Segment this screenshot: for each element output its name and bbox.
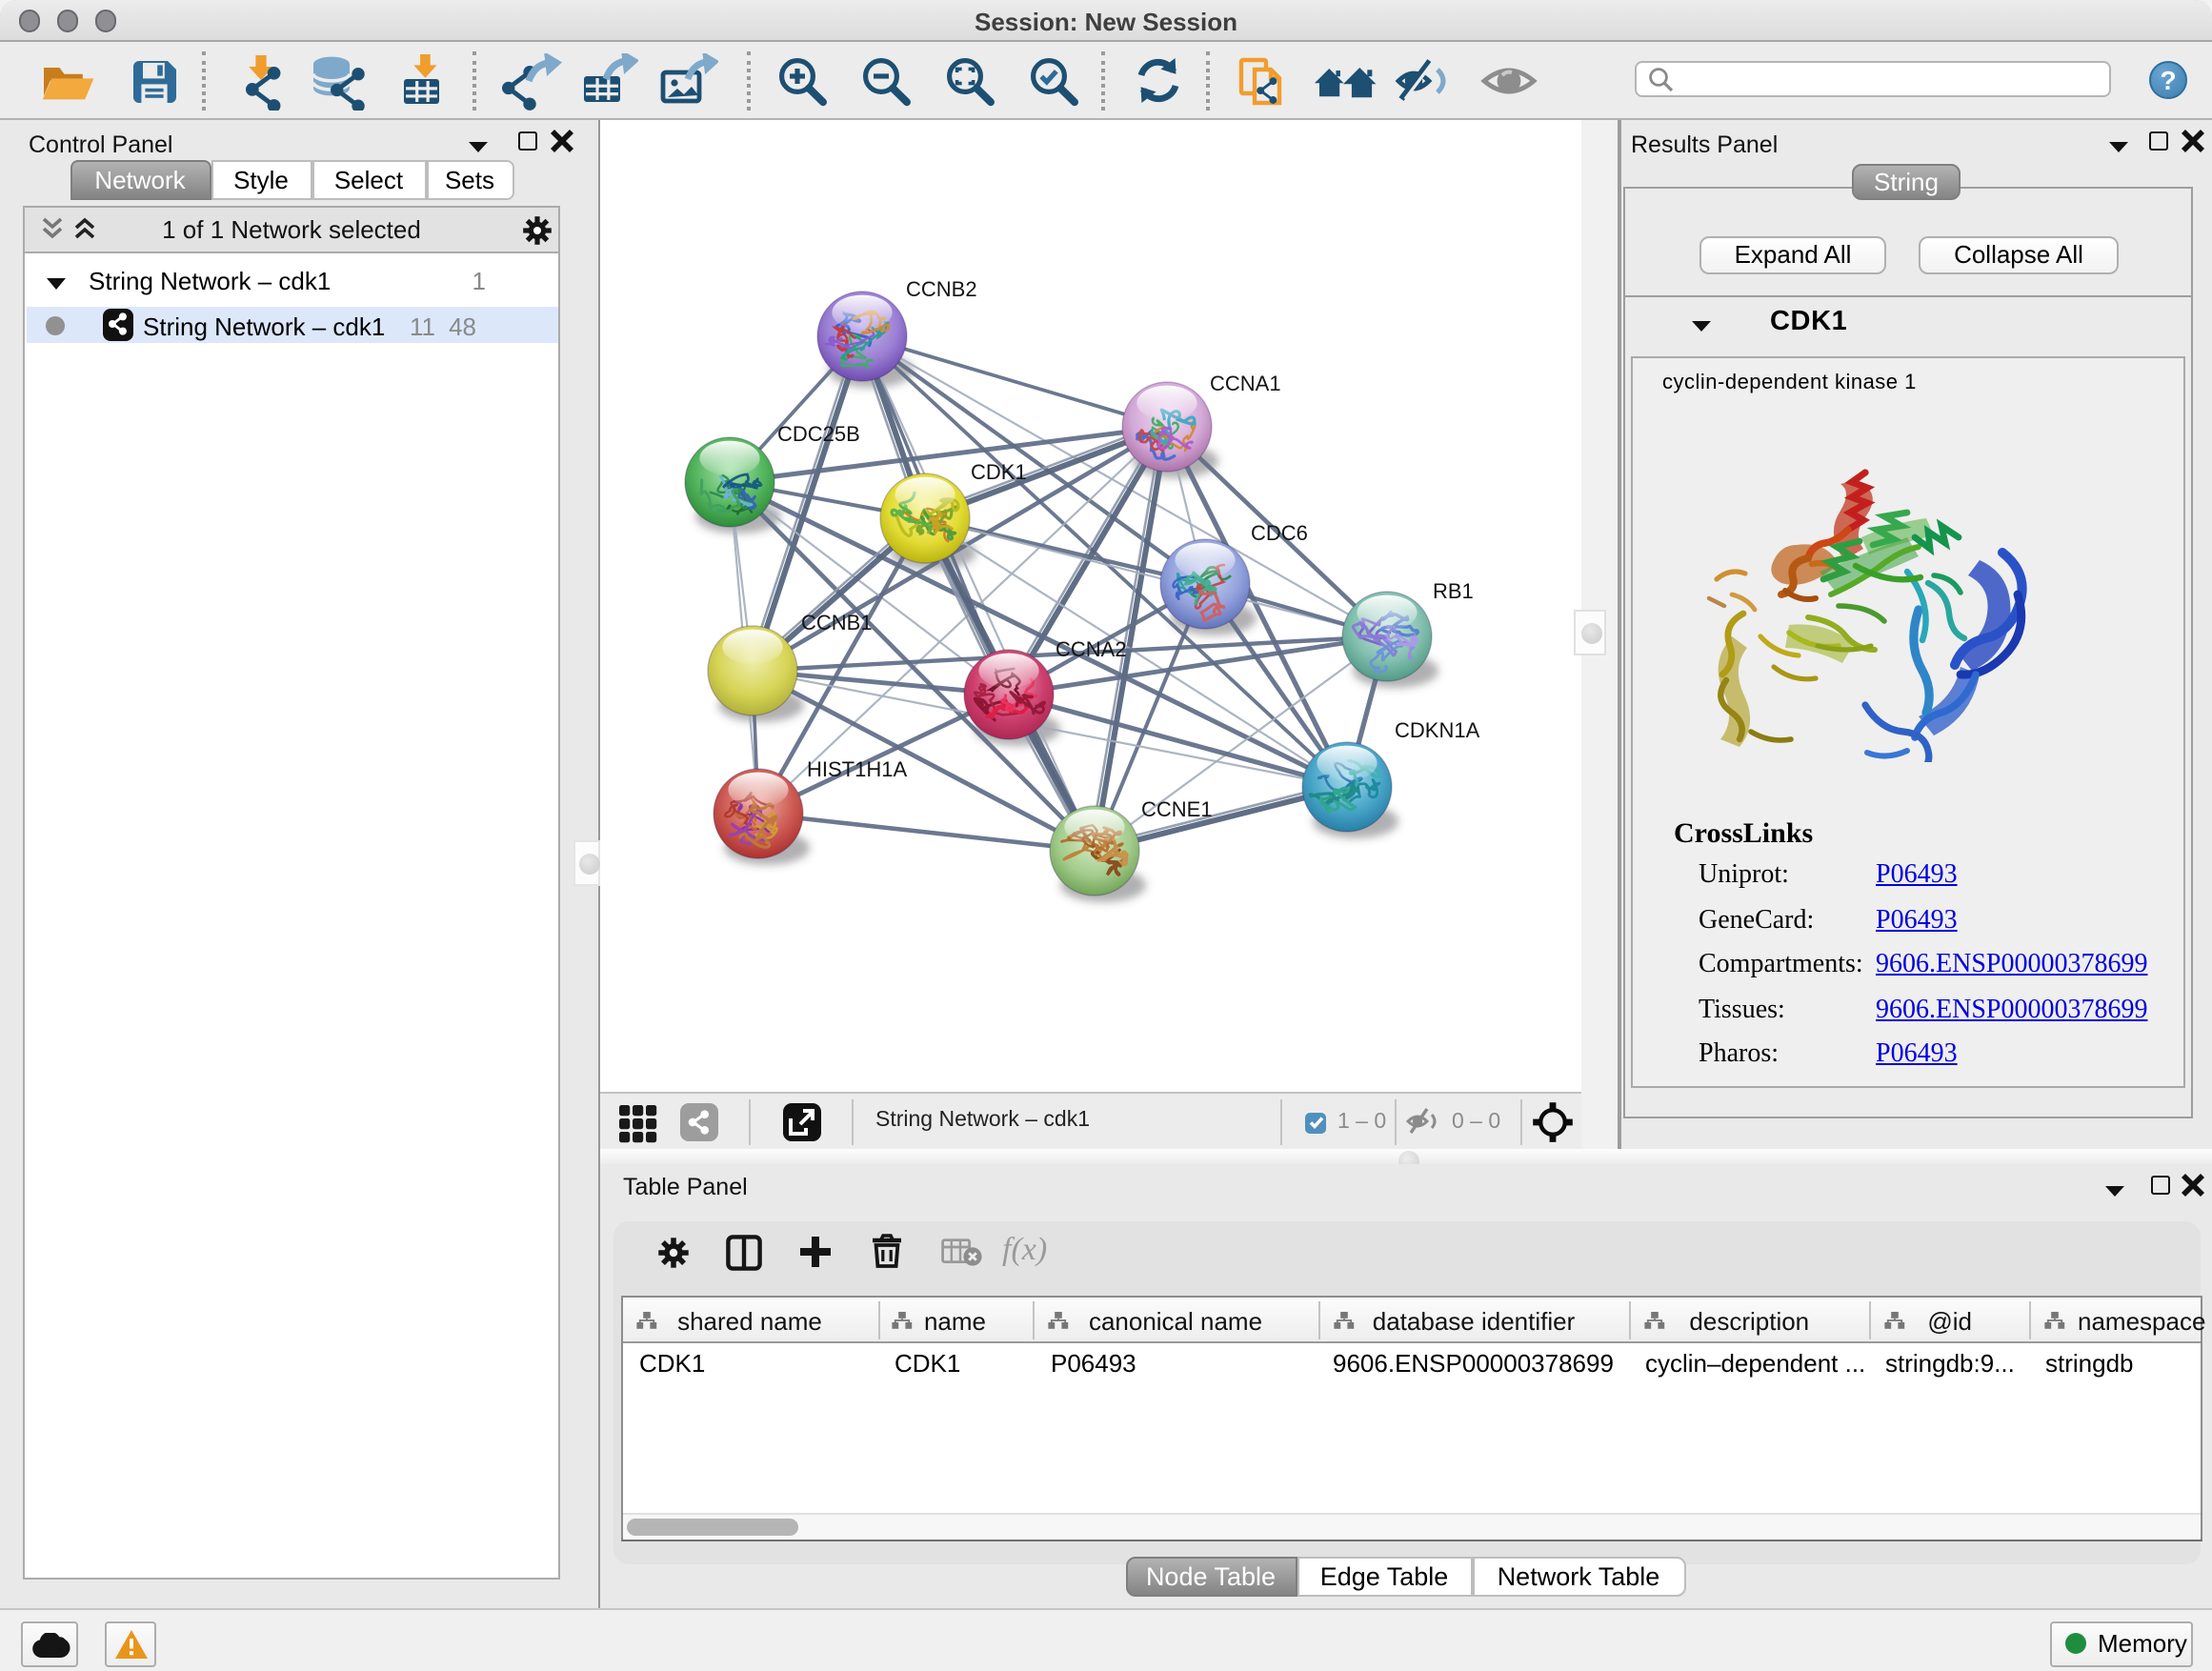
svg-text:CDK1: CDK1 (971, 460, 1027, 484)
svg-text:HIST1H1A: HIST1H1A (807, 757, 907, 781)
svg-text:CCNB1: CCNB1 (801, 611, 873, 634)
svg-text:CDC6: CDC6 (1251, 521, 1308, 545)
svg-text:CCNA2: CCNA2 (1056, 637, 1127, 661)
svg-text:RB1: RB1 (1433, 579, 1474, 603)
svg-text:CDKN1A: CDKN1A (1395, 718, 1480, 742)
svg-text:CCNA1: CCNA1 (1210, 372, 1281, 395)
svg-text:CDC25B: CDC25B (777, 422, 860, 446)
svg-text:CCNB2: CCNB2 (906, 277, 977, 301)
svg-text:CCNE1: CCNE1 (1141, 797, 1213, 821)
